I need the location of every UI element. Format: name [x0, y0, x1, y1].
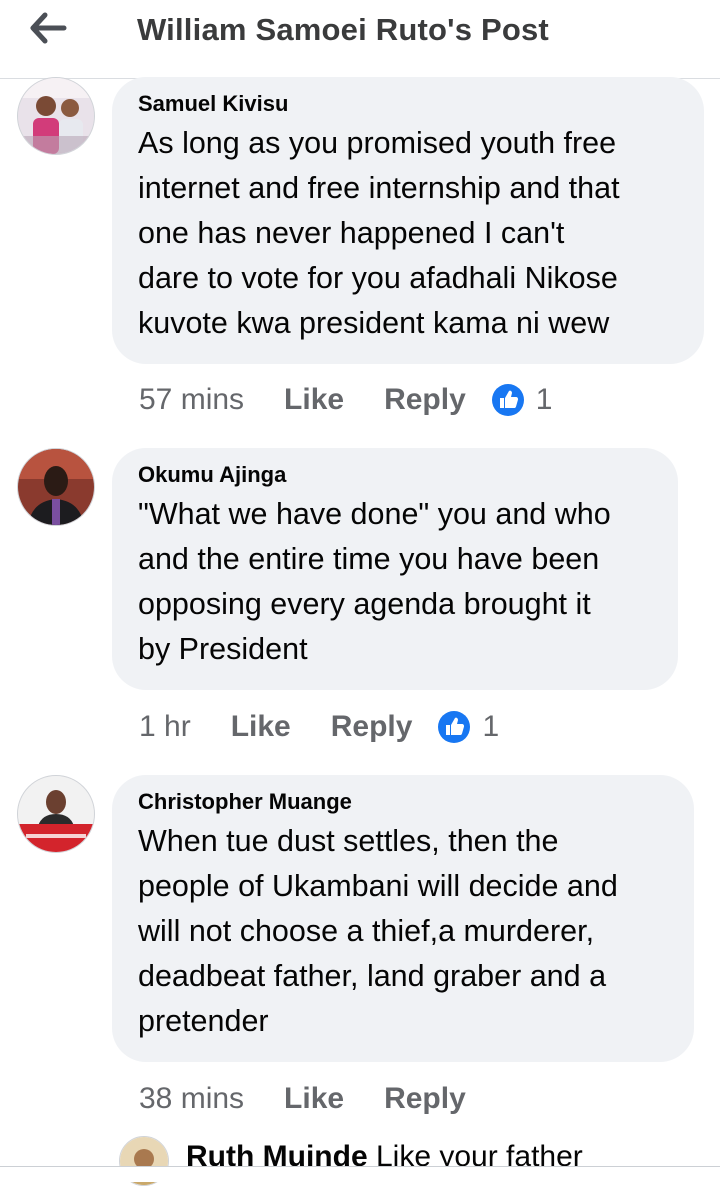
comment-timestamp[interactable]: 38 mins — [139, 1082, 244, 1116]
reaction-summary[interactable]: 1 — [491, 383, 553, 417]
comment-author[interactable]: Okumu Ajinga — [138, 462, 654, 488]
avatar[interactable] — [17, 77, 95, 155]
comment-text-line: internet and free internship and that — [138, 171, 620, 205]
comment-text: "What we have done" you and who and the … — [138, 492, 654, 672]
comment-actions: 1 hr Like Reply 1 — [139, 707, 499, 747]
comment-text-line: pretender — [138, 1004, 269, 1038]
post-header: William Samoei Ruto's Post — [0, 0, 720, 79]
comment-bubble[interactable]: Okumu Ajinga "What we have done" you and… — [112, 448, 678, 690]
comment-text-line: "What we have done" you and who — [138, 497, 611, 531]
comment-text-line: dare to vote for you afadhali Nikose — [138, 261, 618, 295]
thumbs-up-icon — [491, 384, 524, 416]
reply-button[interactable]: Reply — [384, 383, 466, 417]
comment-text-line: one has never happened I can't — [138, 216, 565, 250]
thumbs-up-icon — [438, 711, 471, 743]
comment-bubble[interactable]: Christopher Muange When tue dust settles… — [112, 775, 694, 1062]
arrow-left-icon — [30, 12, 67, 44]
like-button[interactable]: Like — [284, 383, 344, 417]
back-button[interactable] — [26, 6, 70, 50]
comment-text-line: kuvote kwa president kama ni wew — [138, 306, 610, 340]
divider — [0, 1166, 720, 1167]
like-button[interactable]: Like — [284, 1082, 344, 1116]
comment-text-line: deadbeat father, land graber and a — [138, 959, 607, 993]
comment-text-line: As long as you promised youth free — [138, 126, 617, 160]
comment-text-line: When tue dust settles, then the — [138, 824, 559, 858]
comment-text-line: by President — [138, 632, 308, 666]
comment-author[interactable]: Samuel Kivisu — [138, 91, 680, 117]
comment-actions: 57 mins Like Reply 1 — [139, 380, 552, 420]
bottom-mask — [0, 1167, 720, 1182]
comment-text-line: people of Ukambani will decide and — [138, 869, 618, 903]
reply-button[interactable]: Reply — [331, 710, 413, 744]
comment-text: As long as you promised youth free inter… — [138, 121, 680, 346]
avatar[interactable] — [17, 448, 95, 526]
reaction-count: 1 — [535, 383, 553, 416]
reply-button[interactable]: Reply — [384, 1082, 466, 1116]
comment-bubble[interactable]: Samuel Kivisu As long as you promised yo… — [112, 77, 704, 364]
reaction-count: 1 — [482, 710, 500, 743]
comment-text-line: opposing every agenda brought it — [138, 587, 591, 621]
comment-text: When tue dust settles, then the people o… — [138, 819, 670, 1044]
avatar[interactable] — [17, 775, 95, 853]
comment-timestamp[interactable]: 57 mins — [139, 383, 244, 417]
comment-actions: 38 mins Like Reply — [139, 1079, 466, 1119]
comment-text-line: will not choose a thief,a murderer, — [138, 914, 595, 948]
comment-text-line: and the entire time you have been — [138, 542, 600, 576]
reaction-summary[interactable]: 1 — [438, 710, 499, 744]
comment-timestamp[interactable]: 1 hr — [139, 710, 191, 744]
like-button[interactable]: Like — [231, 710, 291, 744]
comment-author[interactable]: Christopher Muange — [138, 789, 670, 815]
page-title: William Samoei Ruto's Post — [137, 12, 549, 47]
